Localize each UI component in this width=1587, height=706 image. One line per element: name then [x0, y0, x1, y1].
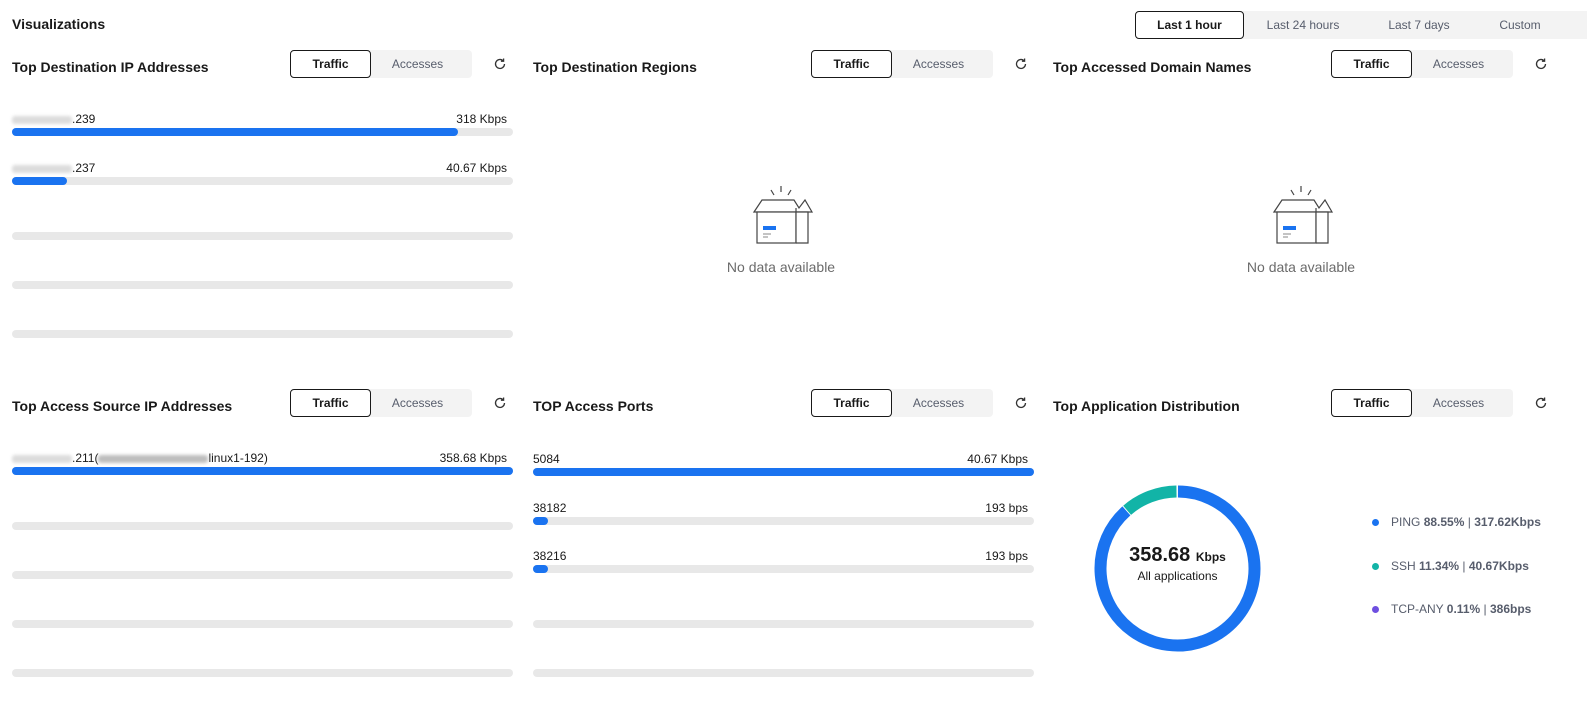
traffic-value: 358.68 Kbps	[439, 451, 507, 465]
accesses-tab[interactable]: Accesses	[372, 389, 463, 417]
donut-center: 358.68 Kbps All applications	[1090, 544, 1265, 583]
refresh-icon[interactable]	[1014, 396, 1028, 410]
accesses-tab[interactable]: Accesses	[372, 50, 463, 78]
bar-fill	[12, 128, 458, 136]
accesses-tab[interactable]: Accesses	[893, 389, 984, 417]
panel-source-ip: Top Access Source IP Addresses Traffic A…	[12, 389, 513, 699]
traffic-value: 193 bps	[985, 549, 1028, 563]
bar-fill	[12, 467, 513, 475]
traffic-value: 40.67 Kbps	[446, 161, 507, 175]
total-unit: Kbps	[1195, 550, 1226, 564]
metric-toggle: Traffic Accesses	[290, 389, 472, 417]
metric-toggle: Traffic Accesses	[811, 389, 993, 417]
panel-title: Top Destination Regions	[533, 59, 697, 75]
panel-destination-regions: Top Destination Regions Traffic Accesses…	[533, 50, 1033, 360]
panel-destination-ip: Top Destination IP Addresses Traffic Acc…	[12, 50, 513, 360]
panel-title: Top Destination IP Addresses	[12, 59, 209, 75]
total-value: 358.68	[1129, 544, 1191, 566]
panel-domain-names: Top Accessed Domain Names Traffic Access…	[1053, 50, 1553, 360]
bar-fill	[533, 565, 549, 573]
masked-host	[98, 454, 209, 463]
empty-bar-track	[12, 522, 513, 530]
traffic-tab[interactable]: Traffic	[290, 389, 371, 417]
page-title: Visualizations	[12, 16, 106, 32]
traffic-value: 318 Kbps	[456, 112, 507, 126]
masked-ip	[12, 164, 72, 173]
time-range-selector: Last 1 hour Last 24 hours Last 7 days Cu…	[1135, 11, 1587, 39]
port-label: 38182	[533, 501, 567, 515]
legend-item-ssh: SSH 11.34% | 40.67Kbps	[1372, 559, 1529, 573]
bar-track	[12, 467, 513, 475]
traffic-tab[interactable]: Traffic	[290, 50, 371, 78]
panel-title: Top Application Distribution	[1053, 398, 1240, 414]
traffic-tab[interactable]: Traffic	[811, 50, 892, 78]
empty-box-icon	[752, 186, 814, 244]
legend-item-ping: PING 88.55% | 317.62Kbps	[1372, 515, 1541, 529]
range-custom[interactable]: Custom	[1473, 11, 1567, 39]
traffic-tab[interactable]: Traffic	[1331, 50, 1412, 78]
bar-fill	[533, 517, 549, 525]
empty-bar-track	[533, 669, 1034, 677]
traffic-value: 193 bps	[985, 501, 1028, 515]
metric-toggle: Traffic Accesses	[1331, 50, 1513, 78]
bar-track	[12, 128, 513, 136]
refresh-icon[interactable]	[1014, 57, 1028, 71]
accesses-tab[interactable]: Accesses	[893, 50, 984, 78]
metric-toggle: Traffic Accesses	[290, 50, 472, 78]
accesses-tab[interactable]: Accesses	[1413, 50, 1504, 78]
legend-dot	[1372, 519, 1379, 527]
bar-track	[533, 468, 1034, 476]
empty-bar-track	[12, 620, 513, 628]
empty-state: No data available	[1241, 182, 1361, 275]
legend-item-tcp-any: TCP-ANY 0.11% | 386bps	[1372, 602, 1531, 616]
ip-label: .237	[12, 161, 95, 175]
bar-track	[12, 177, 513, 185]
traffic-tab[interactable]: Traffic	[1331, 389, 1412, 417]
refresh-icon[interactable]	[493, 57, 507, 71]
panel-title: TOP Access Ports	[533, 398, 654, 414]
metric-toggle: Traffic Accesses	[1331, 389, 1513, 417]
refresh-icon[interactable]	[1534, 57, 1548, 71]
masked-ip	[12, 454, 72, 463]
legend-dot	[1372, 606, 1379, 614]
port-label: 5084	[533, 452, 560, 466]
panel-application-distribution: Top Application Distribution Traffic Acc…	[1053, 389, 1563, 699]
bar-track	[533, 517, 1034, 525]
empty-state: No data available	[721, 182, 841, 275]
legend-dot	[1372, 563, 1379, 571]
masked-ip	[12, 115, 72, 124]
empty-bar-track	[12, 669, 513, 677]
port-label: 38216	[533, 549, 567, 563]
empty-text: No data available	[726, 259, 836, 275]
bar-fill	[12, 177, 68, 185]
range-last-24-hours[interactable]: Last 24 hours	[1245, 11, 1361, 39]
empty-bar-track	[12, 330, 513, 338]
bar-fill	[533, 468, 1034, 476]
range-last-7-days[interactable]: Last 7 days	[1367, 11, 1471, 39]
refresh-icon[interactable]	[1534, 396, 1548, 410]
panel-title: Top Accessed Domain Names	[1053, 59, 1252, 75]
ip-label: .211(linux1-192)	[12, 451, 268, 465]
empty-bar-track	[12, 571, 513, 579]
ip-label: .239	[12, 112, 95, 126]
empty-bar-track	[12, 281, 513, 289]
refresh-icon[interactable]	[493, 396, 507, 410]
empty-text: No data available	[1246, 259, 1356, 275]
traffic-value: 40.67 Kbps	[967, 452, 1028, 466]
accesses-tab[interactable]: Accesses	[1413, 389, 1504, 417]
empty-bar-track	[533, 620, 1034, 628]
total-label: All applications	[1137, 569, 1218, 583]
donut-slice-ssh	[1123, 485, 1177, 515]
bar-track	[533, 565, 1034, 573]
empty-box-icon	[1272, 186, 1334, 244]
panel-title: Top Access Source IP Addresses	[12, 398, 233, 414]
traffic-tab[interactable]: Traffic	[811, 389, 892, 417]
panel-access-ports: TOP Access Ports Traffic Accesses 5084 4…	[533, 389, 1034, 699]
range-last-1-hour[interactable]: Last 1 hour	[1135, 11, 1244, 39]
metric-toggle: Traffic Accesses	[811, 50, 993, 78]
empty-bar-track	[12, 232, 513, 240]
